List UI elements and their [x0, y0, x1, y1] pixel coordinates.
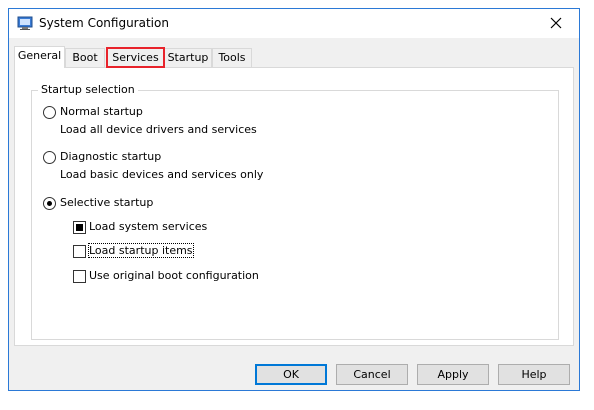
tab-startup[interactable]: Startup	[164, 48, 212, 67]
msconfig-app-icon	[17, 15, 33, 31]
radio-selected-dot	[47, 201, 52, 206]
use-original-boot-config-label[interactable]: Use original boot configuration	[89, 269, 259, 282]
close-icon	[550, 17, 562, 29]
tab-boot[interactable]: Boot	[65, 48, 105, 67]
title-bar[interactable]: System Configuration	[9, 9, 579, 38]
load-system-services-checkbox[interactable]	[73, 221, 86, 234]
general-tab-panel: Startup selection Normal startup Load al…	[14, 67, 574, 346]
normal-startup-label[interactable]: Normal startup	[60, 105, 143, 118]
selective-startup-radio[interactable]	[43, 197, 56, 210]
tab-general[interactable]: General	[14, 46, 65, 68]
normal-startup-description: Load all device drivers and services	[60, 123, 257, 136]
tab-tools[interactable]: Tools	[212, 48, 252, 67]
cancel-button[interactable]: Cancel	[336, 364, 408, 385]
tab-strip: General Boot Services Startup Tools	[14, 46, 574, 68]
close-button[interactable]	[533, 9, 579, 38]
load-startup-items-label[interactable]: Load startup items	[88, 243, 194, 258]
diagnostic-startup-label[interactable]: Diagnostic startup	[60, 150, 161, 163]
ok-button[interactable]: OK	[255, 364, 327, 385]
normal-startup-radio[interactable]	[43, 106, 56, 119]
system-configuration-window: System Configuration General Boot Servic…	[8, 8, 580, 391]
tab-services[interactable]: Services	[106, 47, 165, 68]
use-original-boot-config-checkbox[interactable]	[73, 270, 86, 283]
apply-button[interactable]: Apply	[417, 364, 489, 385]
startup-selection-group: Startup selection Normal startup Load al…	[31, 83, 559, 340]
diagnostic-startup-radio[interactable]	[43, 151, 56, 164]
startup-selection-title: Startup selection	[38, 83, 138, 96]
help-button[interactable]: Help	[498, 364, 570, 385]
indeterminate-mark	[76, 224, 83, 231]
window-title: System Configuration	[39, 16, 169, 30]
diagnostic-startup-description: Load basic devices and services only	[60, 168, 264, 181]
selective-startup-label[interactable]: Selective startup	[60, 196, 153, 209]
load-startup-items-checkbox[interactable]	[73, 245, 86, 258]
load-system-services-label[interactable]: Load system services	[89, 220, 207, 233]
